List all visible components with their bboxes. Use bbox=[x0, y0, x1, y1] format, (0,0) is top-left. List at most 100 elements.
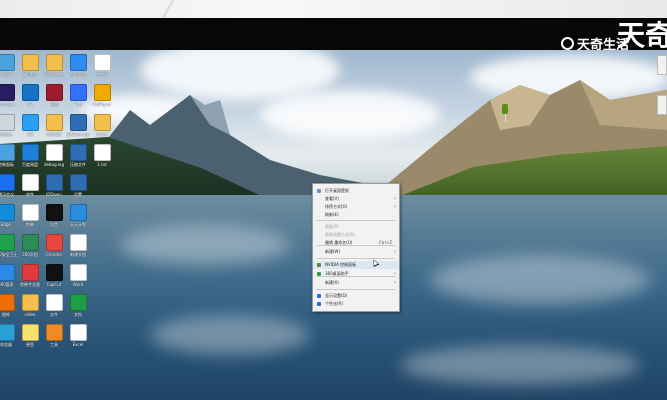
app-icon bbox=[0, 114, 15, 131]
desktop-icon[interactable]: 文件 bbox=[42, 294, 66, 317]
desktop-icon[interactable]: Word bbox=[66, 264, 90, 287]
desktop-icon[interactable]: 剪映专业版 bbox=[18, 264, 42, 287]
context-menu-item[interactable]: 打开桌面壁纸 bbox=[313, 187, 399, 195]
desktop-icon[interactable]: 新建文件夹 bbox=[42, 54, 66, 77]
menu-item-label: 打开桌面壁纸 bbox=[325, 188, 349, 193]
context-menu-item[interactable]: NVIDIA 控制面板 bbox=[313, 261, 399, 269]
app-icon bbox=[45, 204, 63, 221]
context-menu-item[interactable]: 个性化(R) bbox=[313, 300, 399, 308]
app-icon bbox=[0, 84, 15, 101]
context-menu-item[interactable]: 查看(V) › bbox=[313, 195, 399, 203]
desktop-icon[interactable]: 软件 bbox=[18, 174, 42, 197]
desktop-icon-label: JDDown bbox=[46, 192, 62, 197]
desktop-icon-label: 文件 bbox=[50, 312, 58, 317]
menu-item-label: 粘贴(P) bbox=[325, 224, 339, 229]
desktop-icon[interactable]: 抖音 bbox=[42, 204, 66, 227]
context-menu-item[interactable]: 刷新(E) bbox=[313, 211, 399, 219]
desktop-icon[interactable]: 工具 bbox=[42, 324, 66, 347]
app-icon bbox=[45, 294, 63, 311]
desktop-icon[interactable]: 360文档 bbox=[18, 234, 42, 257]
desktop-icon-label: 截图 bbox=[50, 102, 58, 107]
desktop-icon-label: 360安全卫士 bbox=[0, 252, 18, 257]
app-icon bbox=[69, 294, 87, 311]
desktop-icon[interactable]: 1.txt bbox=[90, 144, 114, 167]
desktop-icon[interactable]: 百度网盘 bbox=[66, 54, 90, 77]
desktop-icon-label: Excel bbox=[72, 342, 84, 347]
menu-item-label: 排序方式(O) bbox=[325, 204, 348, 209]
chevron-right-icon: › bbox=[394, 204, 396, 210]
desktop-icon[interactable]: CapCut bbox=[42, 264, 66, 287]
app-icon bbox=[21, 174, 39, 191]
desktop-icon[interactable]: PotPlayer bbox=[90, 84, 114, 107]
cloud-reflection bbox=[150, 315, 310, 355]
desktop-icon[interactable]: 360安全卫士 bbox=[0, 234, 18, 257]
desktop-icon[interactable]: JDDown bbox=[42, 174, 66, 197]
app-icon bbox=[21, 144, 39, 161]
file-icon-edge[interactable] bbox=[657, 95, 667, 115]
app-icon bbox=[21, 84, 39, 101]
context-menu-item[interactable]: 新建(X) › bbox=[313, 279, 399, 287]
menu-item-label: 刷新(E) bbox=[325, 212, 339, 217]
context-menu-item[interactable]: 粘贴快捷方式(S) bbox=[313, 231, 399, 239]
context-menu-item[interactable]: 显示设置(D) bbox=[313, 292, 399, 300]
menu-separator bbox=[317, 289, 395, 290]
desktop-icon[interactable]: 此电脑 bbox=[0, 54, 18, 77]
desktop-icon[interactable]: JDDown.zip bbox=[66, 114, 90, 137]
desktop-icon[interactable]: PS bbox=[18, 84, 42, 107]
app-icon bbox=[45, 114, 63, 131]
app-icon bbox=[0, 324, 15, 341]
desktop-icon[interactable]: Winter bbox=[18, 54, 42, 77]
desktop-icon[interactable]: 360管家 bbox=[0, 264, 18, 287]
app-icon bbox=[0, 54, 15, 71]
app-icon bbox=[45, 174, 63, 191]
desktop-icon[interactable]: 回收站 bbox=[0, 114, 18, 137]
menu-item-label: 个性化(R) bbox=[325, 301, 343, 306]
context-menu-item[interactable]: 粘贴(P) bbox=[313, 223, 399, 231]
file-icon-edge[interactable] bbox=[657, 55, 667, 75]
desktop-icon-label: QQ bbox=[26, 132, 34, 137]
desktop-icon[interactable]: Excel bbox=[66, 324, 90, 347]
desktop-icon-label: 1.txt bbox=[97, 162, 107, 167]
desktop-icon[interactable]: 飞书 bbox=[66, 84, 90, 107]
desktop-icon-label: 360管家 bbox=[0, 282, 14, 287]
desktop-icon[interactable]: 控制面板 bbox=[0, 144, 18, 167]
desktop-icon[interactable]: 浏览器 bbox=[0, 324, 18, 347]
desktop-icon[interactable]: 压缩文件 bbox=[66, 144, 90, 167]
app-icon bbox=[45, 144, 63, 161]
desktop-icon-label: PotPlayer bbox=[92, 102, 112, 107]
desktop-icon-label: 百度网盘 bbox=[22, 162, 38, 167]
desktop-icon[interactable]: 百度网盘 bbox=[18, 144, 42, 167]
desktop-icon[interactable]: video bbox=[18, 294, 42, 317]
app-icon bbox=[45, 324, 63, 341]
context-menu-item[interactable]: 排序方式(O) › bbox=[313, 203, 399, 211]
desktop-icon[interactable]: debug.log bbox=[42, 144, 66, 167]
desktop-icon[interactable]: 文件夹 bbox=[90, 114, 114, 137]
app-icon bbox=[93, 84, 111, 101]
desktop-icon[interactable]: 工作表 bbox=[90, 54, 114, 77]
desktop-icon-label: 回收站 bbox=[0, 132, 12, 137]
app-icon bbox=[69, 114, 87, 131]
desktop-icon[interactable]: 文档 bbox=[66, 294, 90, 317]
menu-item-icon bbox=[317, 189, 321, 193]
desktop-icon[interactable]: 图库 bbox=[0, 294, 18, 317]
desktop-icon[interactable]: QQ bbox=[18, 114, 42, 137]
desktop-icon[interactable]: Edge bbox=[0, 204, 18, 227]
desktop-icon[interactable]: 天天计划 bbox=[66, 204, 90, 227]
desktop-icon-label: 腾讯QQ bbox=[46, 132, 62, 137]
desktop-icon[interactable]: Premiere bbox=[0, 84, 18, 107]
app-icon bbox=[21, 114, 39, 131]
desktop-icon[interactable]: 设置 bbox=[66, 174, 90, 197]
desktop-icon-label: 剪映 bbox=[26, 222, 34, 227]
context-menu-item[interactable]: 新建(W) › bbox=[313, 248, 399, 256]
desktop-icon[interactable]: 便签 bbox=[18, 324, 42, 347]
desktop-icon[interactable]: 新建文档 bbox=[66, 234, 90, 257]
desktop-icon[interactable]: Chrome bbox=[42, 234, 66, 257]
app-icon bbox=[0, 264, 15, 281]
desktop-icon[interactable]: 腾讯QQ bbox=[42, 114, 66, 137]
menu-item-icon bbox=[317, 263, 321, 267]
app-icon bbox=[0, 294, 15, 311]
desktop-icon-label: 图库 bbox=[2, 312, 10, 317]
desktop-icon[interactable]: 截图 bbox=[42, 84, 66, 107]
desktop-icon[interactable]: 腾讯会议 bbox=[0, 174, 18, 197]
desktop-icon[interactable]: 剪映 bbox=[18, 204, 42, 227]
